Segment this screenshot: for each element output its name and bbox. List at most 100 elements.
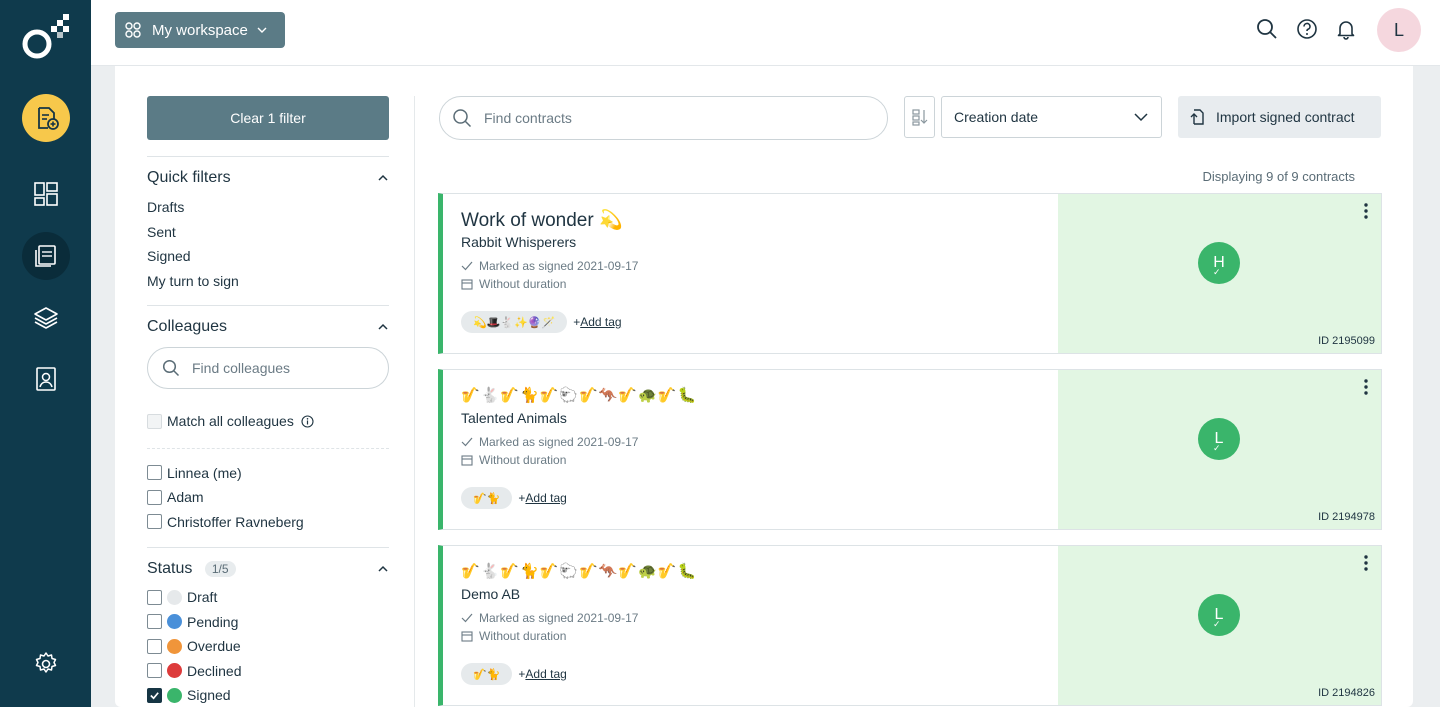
tag-pill[interactable]: 💫🎩🐇✨🔮🪄 <box>461 311 568 333</box>
new-document-button[interactable] <box>22 94 70 142</box>
chevron-up-icon <box>378 565 388 572</box>
dashboard-nav-button[interactable] <box>22 170 70 218</box>
status-checkbox[interactable] <box>147 614 162 630</box>
status-checkbox[interactable] <box>147 589 162 605</box>
match-all-colleagues[interactable]: Match all colleagues <box>147 409 389 434</box>
colleague-option[interactable]: Christoffer Ravneberg <box>147 510 389 535</box>
search-icon <box>453 109 472 128</box>
colleagues-header[interactable]: Colleagues <box>147 316 389 338</box>
status-option-draft[interactable]: Draft <box>147 585 389 610</box>
status-dot <box>167 589 182 605</box>
divider <box>414 96 415 707</box>
calendar-icon <box>461 631 473 642</box>
sort-by-value: Creation date <box>954 109 1039 125</box>
contract-title[interactable]: 🎷🐇🎷🐈🎷🐑🎷🦘🎷🐢🎷🐛 <box>461 386 697 404</box>
chevron-down-icon <box>257 27 267 33</box>
contract-duration: Without duration <box>461 629 566 643</box>
contract-duration-text: Without duration <box>479 629 567 643</box>
contract-title[interactable]: 🎷🐇🎷🐈🎷🐑🎷🦘🎷🐢🎷🐛 <box>461 562 697 580</box>
colleague-option[interactable]: Adam <box>147 485 389 510</box>
documents-icon <box>35 245 56 267</box>
contract-id: ID 2194978 <box>1318 511 1375 523</box>
match-all-checkbox[interactable] <box>147 413 162 429</box>
settings-nav-button[interactable] <box>22 640 70 688</box>
status-checkbox-checked[interactable] <box>147 687 162 703</box>
colleague-option[interactable]: Linnea (me) <box>147 461 389 486</box>
find-contracts-input[interactable]: Find contracts <box>439 96 888 140</box>
more-options-icon[interactable] <box>1363 202 1369 220</box>
workspace-switcher[interactable]: My workspace <box>115 12 285 48</box>
add-tag-label: Add tag <box>525 491 567 505</box>
app-logo[interactable] <box>20 10 72 62</box>
status-label: Draft <box>187 589 218 606</box>
status-checkbox[interactable] <box>147 638 162 654</box>
colleague-checkbox[interactable] <box>147 465 162 481</box>
divider <box>147 305 389 306</box>
signer-avatar[interactable]: L ✓ <box>1198 594 1240 636</box>
contract-card[interactable]: 🎷🐇🎷🐈🎷🐑🎷🦘🎷🐢🎷🐛 Demo AB Marked as signed 20… <box>438 545 1382 706</box>
contract-title[interactable]: Work of wonder 💫 <box>461 208 623 232</box>
more-options-icon[interactable] <box>1363 378 1369 396</box>
quick-filter-my-turn[interactable]: My turn to sign <box>147 269 389 294</box>
status-count-badge: 1/5 <box>204 561 236 577</box>
chevron-down-icon <box>1134 113 1148 122</box>
quick-filter-drafts[interactable]: Drafts <box>147 195 389 220</box>
import-signed-contract-button[interactable]: Import signed contract <box>1178 96 1381 138</box>
tag-pill[interactable]: 🎷🐈 <box>461 663 513 685</box>
divider <box>147 547 389 548</box>
contract-card[interactable]: Work of wonder 💫 Rabbit Whisperers Marke… <box>438 193 1382 354</box>
dashboard-icon <box>34 182 58 206</box>
chevron-up-icon <box>378 323 388 330</box>
contract-tags: 🎷🐈 +Add tag <box>461 487 567 509</box>
quick-filter-signed[interactable]: Signed <box>147 244 389 269</box>
user-avatar[interactable]: L <box>1377 8 1421 52</box>
workspace-icon <box>125 22 141 38</box>
signatures-area: H ✓ ID 2195099 <box>1058 194 1381 353</box>
tag-pill[interactable]: 🎷🐈 <box>461 487 513 509</box>
add-tag-link[interactable]: +Add tag <box>573 315 621 329</box>
status-checkbox[interactable] <box>147 663 162 679</box>
contract-status-text: Marked as signed 2021-09-17 <box>479 435 639 449</box>
find-colleagues-input[interactable]: Find colleagues <box>147 347 389 389</box>
check-icon <box>461 437 473 447</box>
contract-company: Talented Animals <box>461 410 567 426</box>
contract-card[interactable]: 🎷🐇🎷🐈🎷🐑🎷🦘🎷🐢🎷🐛 Talented Animals Marked as … <box>438 369 1382 530</box>
status-option-declined[interactable]: Declined <box>147 659 389 684</box>
quick-filters-header[interactable]: Quick filters <box>147 167 389 189</box>
gear-icon <box>35 652 57 673</box>
clear-filter-button[interactable]: Clear 1 filter <box>147 96 389 140</box>
signer-avatar[interactable]: L ✓ <box>1198 418 1240 460</box>
status-header[interactable]: Status 1/5 <box>147 558 389 580</box>
contact-card-icon <box>36 367 56 391</box>
contract-duration-text: Without duration <box>479 277 567 291</box>
contracts-nav-button[interactable] <box>22 232 70 280</box>
app-sidebar <box>0 0 91 707</box>
signer-avatar[interactable]: H ✓ <box>1198 242 1240 284</box>
contract-tags: 🎷🐈 +Add tag <box>461 663 567 685</box>
search-icon[interactable] <box>1256 18 1278 40</box>
help-icon[interactable] <box>1296 18 1318 40</box>
sort-by-select[interactable]: Creation date <box>941 96 1162 138</box>
contracts-panel: Clear 1 filter Quick filters Drafts Sent… <box>115 66 1413 707</box>
status-option-pending[interactable]: Pending <box>147 610 389 635</box>
add-tag-link[interactable]: +Add tag <box>518 491 566 505</box>
colleague-label: Linnea (me) <box>167 464 242 481</box>
address-book-nav-button[interactable] <box>22 355 70 403</box>
status-option-signed[interactable]: Signed <box>147 683 389 707</box>
add-tag-link[interactable]: +Add tag <box>518 667 566 681</box>
more-options-icon[interactable] <box>1363 554 1369 572</box>
add-tag-label: Add tag <box>525 667 567 681</box>
quick-filter-sent[interactable]: Sent <box>147 220 389 245</box>
info-icon[interactable] <box>301 415 314 428</box>
sort-direction-button[interactable] <box>904 96 935 138</box>
filter-sidebar: Clear 1 filter Quick filters Drafts Sent… <box>147 96 389 707</box>
contract-id: ID 2194826 <box>1318 687 1375 699</box>
find-colleagues-placeholder: Find colleagues <box>192 360 291 376</box>
layers-icon <box>34 307 58 329</box>
colleague-checkbox[interactable] <box>147 514 162 530</box>
signed-check-icon: ✓ <box>1213 619 1221 629</box>
colleague-checkbox[interactable] <box>147 489 162 505</box>
templates-nav-button[interactable] <box>22 294 70 342</box>
bell-icon[interactable] <box>1335 18 1357 40</box>
status-option-overdue[interactable]: Overdue <box>147 634 389 659</box>
